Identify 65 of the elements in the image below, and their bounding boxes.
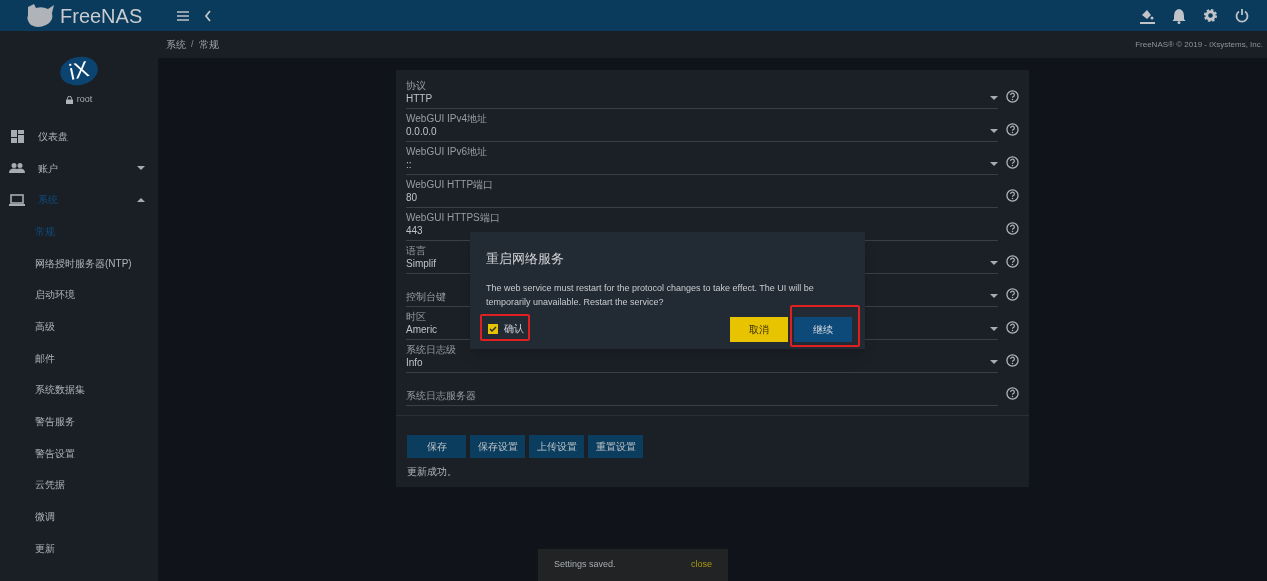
dropdown-caret-icon <box>990 129 998 133</box>
power-icon[interactable] <box>1235 8 1249 23</box>
dropdown-caret-icon <box>990 96 998 100</box>
sidebar-subitem[interactable]: 更新 <box>0 532 158 565</box>
input-field[interactable]: 系统日志服务器 <box>406 373 998 406</box>
people-icon <box>9 163 25 174</box>
settings-icon[interactable] <box>1203 8 1218 23</box>
form-button[interactable]: 保存 <box>407 435 466 458</box>
sidebar-item[interactable]: 账户 <box>0 152 158 184</box>
snackbar-message: Settings saved. <box>554 558 616 572</box>
breadcrumb-item[interactable]: 常规 <box>198 37 219 52</box>
help-icon[interactable] <box>1006 189 1019 202</box>
dropdown-caret-icon <box>990 261 998 265</box>
help-icon[interactable] <box>1006 387 1019 400</box>
help-icon[interactable] <box>1006 90 1019 103</box>
sidebar-item[interactable]: 仪表盘 <box>0 120 158 153</box>
input-field[interactable]: WebGUI HTTP端口 80 <box>406 175 998 208</box>
status-message: 更新成功。 <box>406 465 458 479</box>
sidebar-subitem[interactable]: 警告设置 <box>0 437 158 470</box>
sidebar-subitem[interactable]: 高级 <box>0 310 158 343</box>
copyright-text: FreeNAS® © 2019 - iXsystems, Inc. <box>1135 38 1263 51</box>
dropdown-caret-icon <box>990 327 998 331</box>
dropdown-caret-icon <box>990 294 998 298</box>
sidebar-subitem[interactable]: 云凭据 <box>0 469 158 501</box>
caret-up-icon <box>137 197 145 202</box>
checkbox-label: 确认 <box>504 322 524 336</box>
close-link[interactable]: close <box>691 558 712 572</box>
sidebar-subitem[interactable]: 系统数据集 <box>0 374 158 406</box>
sidebar-subitem[interactable]: 网络授时服务器(NTP) <box>0 247 158 279</box>
dropdown-caret-icon <box>990 360 998 364</box>
caret-down-icon <box>137 166 145 171</box>
help-icon[interactable] <box>1006 222 1019 235</box>
select-field[interactable]: 协议 HTTP <box>406 76 998 109</box>
sidebar-subitem[interactable]: 邮件 <box>0 342 158 374</box>
form-button[interactable]: 保存设置 <box>470 435 525 458</box>
form-button[interactable]: 重置设置 <box>588 435 643 458</box>
help-icon[interactable] <box>1006 354 1019 367</box>
cancel-button[interactable]: 取消 <box>730 316 788 342</box>
checkbox[interactable] <box>488 323 498 334</box>
sidebar-subitem[interactable]: 启动环境 <box>0 278 158 311</box>
breadcrumb-item[interactable]: 系统 <box>166 37 186 52</box>
select-field[interactable]: WebGUI IPv6地址 :: <box>406 142 998 175</box>
help-icon[interactable] <box>1006 156 1019 169</box>
brand-name: FreeNAS <box>60 5 143 26</box>
help-icon[interactable] <box>1006 321 1019 334</box>
check-icon <box>489 325 497 332</box>
breadcrumb-separator: / <box>191 37 194 51</box>
continue-button[interactable]: 继续 <box>794 316 852 342</box>
lock-icon <box>65 95 73 104</box>
sidebar-subitem[interactable]: 微调 <box>0 500 158 533</box>
notifications-icon[interactable] <box>1172 7 1186 24</box>
dialog-title: 重启网络服务 <box>486 250 565 268</box>
dashboard-icon <box>10 129 24 143</box>
chevron-left-icon[interactable] <box>204 9 212 22</box>
username: root <box>76 93 93 106</box>
help-icon[interactable] <box>1006 123 1019 136</box>
dropdown-caret-icon <box>990 162 998 166</box>
laptop-icon <box>9 193 25 206</box>
dialog-message: The web service must restart for the protocol changes to take effect. The UI will be temporarily unavailable. Restart the service? <box>486 281 815 309</box>
select-field[interactable]: WebGUI IPv4地址 0.0.0.0 <box>406 109 998 142</box>
sidebar-subitem[interactable]: 警告服务 <box>0 405 158 438</box>
help-icon[interactable] <box>1006 255 1019 268</box>
menu-icon[interactable] <box>176 9 190 22</box>
help-icon[interactable] <box>1006 288 1019 301</box>
form-button[interactable]: 上传设置 <box>529 435 584 458</box>
